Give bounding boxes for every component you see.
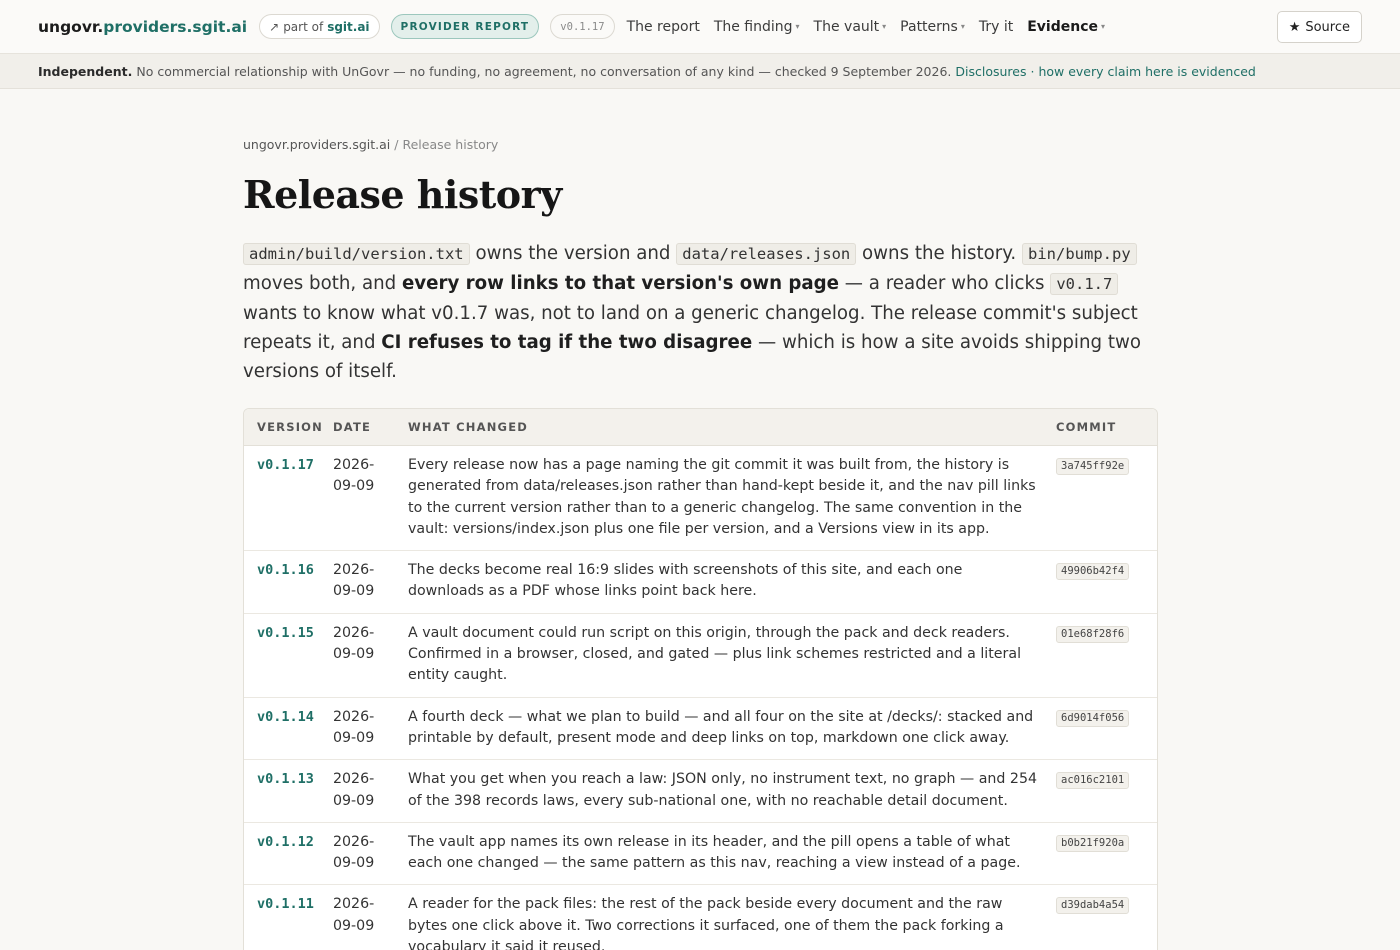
table-row: v0.1.17 2026- 09-09 Every release now has a… — [244, 446, 1157, 552]
nav-item-report[interactable]: The report — [627, 19, 700, 35]
col-header-version: VERSION — [257, 420, 323, 434]
nav-item-patterns[interactable]: Patterns ▾ — [900, 19, 965, 35]
evidence-method-link[interactable]: how every claim here is evidenced — [1038, 64, 1255, 79]
brand-prefix: ungovr. — [38, 17, 104, 36]
chevron-down-icon: ▾ — [882, 22, 887, 31]
page-title: Release history — [243, 172, 562, 217]
source-button-label: Source — [1305, 19, 1350, 35]
nav-item-vault[interactable]: The vault ▾ — [814, 19, 887, 35]
notice-text: No commercial relationship with UnGovr —… — [136, 63, 952, 79]
table-row: v0.1.12 2026- 09-09 The vault app names its… — [244, 823, 1157, 886]
release-date: 2026- 09-09 — [333, 771, 375, 809]
table-row: v0.1.11 2026- 09-09 A reader for the pack f… — [244, 885, 1157, 950]
code-releases-file: data/releases.json — [676, 243, 857, 265]
release-description: The decks become real 16:9 slides with s… — [408, 562, 963, 600]
chevron-down-icon: ▾ — [960, 22, 965, 31]
lede-text: owns the history. — [862, 243, 1017, 264]
part-of-pill[interactable]: ↗ part of sgit.ai — [259, 14, 380, 39]
main-nav: The report The finding ▾ The vault ▾ Patte… — [627, 19, 1105, 35]
star-icon: ★ — [1288, 19, 1301, 35]
nav-label: The report — [626, 18, 700, 35]
breadcrumb-home-link[interactable]: ungovr.providers.sgit.ai — [243, 137, 390, 152]
release-date: 2026- 09-09 — [333, 708, 375, 746]
release-description: A reader for the pack files: the rest of… — [408, 896, 1004, 950]
release-date: 2026- 09-09 — [333, 896, 375, 934]
version-pill[interactable]: v0.1.17 — [550, 14, 615, 39]
release-date: 2026- 09-09 — [333, 624, 375, 663]
release-description: What you get when you reach a law: JSON … — [408, 771, 1038, 809]
col-header-date: DATE — [333, 420, 372, 434]
commit-hash[interactable]: d39dab4a54 — [1056, 897, 1130, 915]
version-link[interactable]: v0.1.17 — [257, 457, 314, 473]
commit-hash[interactable]: ac016c2101 — [1056, 772, 1130, 790]
col-header-what: WHAT CHANGED — [408, 420, 528, 434]
release-description: A vault document could run script on thi… — [408, 624, 1022, 684]
table-header: VERSION DATE WHAT CHANGED COMMIT — [244, 409, 1157, 446]
lede-emphasis: CI refuses to tag if the two disagree — [381, 332, 753, 353]
provider-report-badge: PROVIDER REPORT — [390, 14, 540, 39]
part-of-label: part of — [283, 19, 324, 34]
chevron-down-icon: ▾ — [795, 22, 800, 31]
version-link[interactable]: v0.1.14 — [257, 709, 314, 725]
main-content: ungovr.providers.sgit.ai / Release histo… — [243, 89, 1158, 950]
table-row: v0.1.13 2026- 09-09 What you get when you r… — [244, 760, 1157, 823]
code-version-example: v0.1.7 — [1050, 273, 1119, 295]
nav-label: Evidence — [1027, 18, 1098, 35]
release-table: VERSION DATE WHAT CHANGED COMMIT v0.1.17… — [243, 408, 1158, 950]
intro-paragraph: admin/build/version.txt owns the version… — [243, 239, 1158, 386]
version-link[interactable]: v0.1.12 — [257, 834, 314, 850]
breadcrumb: ungovr.providers.sgit.ai / Release histo… — [243, 137, 1158, 152]
breadcrumb-current: Release history — [402, 137, 499, 152]
release-date: 2026- 09-09 — [333, 833, 375, 872]
release-description: The vault app names its own release in i… — [408, 833, 1021, 872]
version-link[interactable]: v0.1.16 — [257, 562, 314, 578]
nav-label: Patterns — [900, 18, 958, 35]
breadcrumb-separator: / — [394, 137, 399, 152]
lede-text: moves both, and — [243, 273, 397, 294]
table-row: v0.1.14 2026- 09-09 A fourth deck — what we… — [244, 698, 1157, 761]
table-body: v0.1.17 2026- 09-09 Every release now has a… — [244, 446, 1157, 950]
nav-item-finding[interactable]: The finding ▾ — [714, 19, 800, 35]
commit-hash[interactable]: 49906b42f4 — [1056, 563, 1130, 581]
source-button[interactable]: ★ Source — [1276, 11, 1362, 43]
table-row: v0.1.15 2026- 09-09 A vault document could … — [244, 614, 1157, 698]
version-link[interactable]: v0.1.13 — [257, 771, 314, 787]
nav-label: Try it — [978, 18, 1014, 35]
commit-hash[interactable]: 01e68f28f6 — [1056, 625, 1130, 643]
version-link[interactable]: v0.1.15 — [257, 625, 314, 641]
commit-hash[interactable]: 6d9014f056 — [1056, 709, 1130, 727]
commit-hash[interactable]: b0b21f920a — [1056, 834, 1130, 852]
site-brand[interactable]: ungovr.providers.sgit.ai — [38, 18, 247, 36]
nav-item-evidence[interactable]: Evidence ▾ — [1027, 19, 1105, 35]
table-row: v0.1.16 2026- 09-09 The decks become real 1… — [244, 551, 1157, 614]
notice-lead: Independent. — [38, 63, 133, 79]
notice-separator: · — [1030, 63, 1035, 79]
code-version-file: admin/build/version.txt — [243, 243, 470, 265]
lede-text: — a reader who clicks — [844, 273, 1045, 294]
disclosures-link[interactable]: Disclosures — [955, 64, 1026, 79]
release-date: 2026- 09-09 — [333, 562, 375, 600]
nav-label: The vault — [813, 18, 880, 35]
top-nav-bar: ungovr.providers.sgit.ai ↗ part of sgit.… — [0, 0, 1400, 54]
release-description: A fourth deck — what we plan to build — … — [408, 708, 1034, 746]
commit-hash[interactable]: 3a745ff92e — [1056, 458, 1130, 475]
lede-emphasis: every row links to that version's own pa… — [401, 273, 839, 294]
lede-text: owns the version and — [475, 243, 671, 264]
nav-label: The finding — [713, 18, 793, 35]
independence-notice: Independent. No commercial relationship … — [0, 54, 1400, 89]
external-arrow-icon: ↗ — [269, 19, 280, 34]
code-bump-script: bin/bump.py — [1022, 243, 1137, 265]
nav-item-try-it[interactable]: Try it — [979, 19, 1013, 35]
col-header-commit: COMMIT — [1056, 420, 1117, 434]
part-of-site: sgit.ai — [327, 19, 370, 34]
version-link[interactable]: v0.1.11 — [257, 896, 314, 912]
release-date: 2026- 09-09 — [333, 457, 375, 495]
chevron-down-icon: ▾ — [1101, 22, 1106, 31]
release-description: Every release now has a page naming the … — [408, 457, 1036, 537]
brand-suffix: providers.sgit.ai — [103, 17, 248, 36]
